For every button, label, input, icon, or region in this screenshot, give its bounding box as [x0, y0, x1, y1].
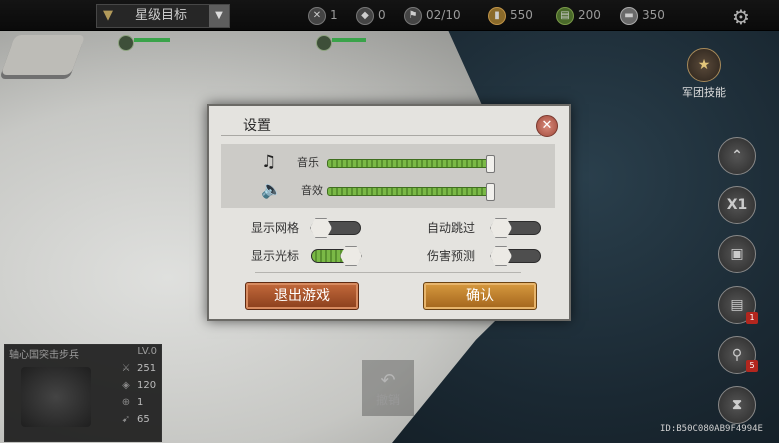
range-icon: ⊕: [121, 397, 131, 408]
search-count-badge: 5: [746, 360, 758, 372]
legion-skill-label: 军团技能: [682, 86, 726, 99]
defense-icon: ◈: [122, 380, 130, 391]
music-slider-knob[interactable]: [486, 155, 495, 173]
exit-game-button[interactable]: 退出游戏: [245, 282, 359, 310]
steel-icon: ▬: [620, 6, 638, 25]
supply-icon: ▤: [556, 6, 574, 25]
sfx-slider-knob[interactable]: [486, 183, 495, 201]
unit-health-bar: [134, 38, 170, 42]
unit-rank-icon: [118, 35, 134, 51]
music-slider[interactable]: [327, 155, 495, 173]
audio-settings: ♫ 音乐 🔈 音效: [221, 144, 555, 208]
stat-defense: ◈ 120: [122, 380, 157, 391]
player-id: ID:B50C080AB9F4994E: [660, 424, 763, 434]
music-note-icon: ♫: [261, 152, 277, 172]
shield-icon: ◆: [356, 6, 374, 25]
speaker-icon: 🔈: [261, 180, 283, 200]
undo-button[interactable]: ↶ 撤销: [362, 360, 414, 416]
sfx-slider[interactable]: [327, 183, 495, 201]
unit-health-bar: [332, 38, 366, 42]
button-divider: [255, 272, 521, 273]
stat-move: ➹ 65: [121, 414, 150, 425]
show-cursor-toggle[interactable]: [311, 246, 362, 266]
kills-counter: ✕ 1: [308, 6, 338, 25]
flag-icon: ⚑: [404, 6, 422, 25]
star-emblem-icon: ★: [687, 48, 721, 82]
auto-skip-toggle[interactable]: [490, 218, 541, 238]
show-grid-label: 显示网格: [251, 221, 300, 235]
chevron-down-icon[interactable]: ▼: [209, 5, 229, 27]
cross-icon: ✕: [308, 6, 326, 25]
undo-label: 撤销: [375, 393, 400, 407]
dialog-title: 设置: [243, 118, 271, 134]
star-goal-dropdown[interactable]: ▼ 星级目标 ▼: [96, 4, 230, 28]
sfx-label: 音效: [301, 184, 323, 197]
save-button[interactable]: ▣: [718, 235, 756, 273]
music-label: 音乐: [297, 156, 319, 169]
end-turn-button[interactable]: ⧗: [718, 386, 756, 424]
top-bar: ▼ 星级目标 ▼ ✕ 1 ◆ 0 ⚑ 02/10 ▮ 550 ▤ 200 ▬ 350 ⚙: [0, 0, 779, 31]
rock-terrain: [0, 35, 86, 75]
bag-icon: ▤: [730, 297, 744, 313]
move-icon: ➹: [121, 414, 131, 425]
gear-icon[interactable]: ⚙: [732, 5, 750, 29]
supply-counter: ▤ 200: [556, 6, 601, 25]
damage-preview-label: 伤害预测: [427, 249, 476, 263]
bag-count-badge: 1: [746, 312, 758, 324]
toggle-knob[interactable]: [490, 246, 512, 266]
speed-button[interactable]: X1: [718, 186, 756, 224]
settings-dialog: 设置 ✕ ♫ 音乐 🔈 音效 显示网格 自动跳过 显示光标 伤害预测 退出游戏 …: [207, 104, 571, 321]
show-grid-toggle[interactable]: [310, 218, 361, 238]
toggle-knob[interactable]: [490, 218, 512, 238]
rank-icon: ▼: [103, 8, 113, 23]
unit-level: LV.0: [137, 346, 157, 357]
rank-up-button[interactable]: ⌃: [718, 137, 756, 175]
undo-arrow-icon: ↶: [380, 370, 396, 391]
toggle-knob[interactable]: [310, 218, 332, 238]
star-goal-label: 星级目标: [135, 8, 188, 23]
ammo-icon: ▮: [488, 6, 506, 25]
title-divider: [221, 135, 541, 136]
unit-name: 轴心国突击步兵: [9, 350, 79, 361]
ammo-counter: ▮ 550: [488, 6, 533, 25]
speed-label: X1: [726, 197, 748, 213]
sfx-row: 🔈 音效: [221, 178, 555, 202]
legion-skill-button[interactable]: ★ 军团技能: [676, 48, 732, 100]
stat-range: ⊕ 1: [121, 397, 144, 408]
toggle-knob[interactable]: [340, 246, 362, 266]
hourglass-icon: ⧗: [732, 397, 742, 413]
confirm-button[interactable]: 确认: [423, 282, 537, 310]
floppy-icon: ▣: [730, 246, 744, 262]
unit-portrait: [21, 367, 91, 427]
search-icon: ⚲: [731, 347, 743, 363]
turn-counter: ⚑ 02/10: [404, 6, 461, 25]
attack-icon: ⚔: [121, 363, 131, 374]
damage-preview-toggle[interactable]: [490, 246, 541, 266]
steel-counter: ▬ 350: [620, 6, 665, 25]
stat-attack: ⚔ 251: [121, 363, 157, 374]
unit-info-panel: 轴心国突击步兵 LV.0 ⚔ 251 ◈ 120 ⊕ 1 ➹ 65: [4, 344, 162, 442]
music-row: ♫ 音乐: [221, 150, 555, 174]
show-cursor-label: 显示光标: [251, 249, 300, 263]
chevron-rank-icon: ⌃: [731, 148, 743, 164]
auto-skip-label: 自动跳过: [427, 221, 476, 235]
unit-rank-icon: [316, 35, 332, 51]
close-icon[interactable]: ✕: [536, 115, 558, 137]
defense-counter: ◆ 0: [356, 6, 386, 25]
